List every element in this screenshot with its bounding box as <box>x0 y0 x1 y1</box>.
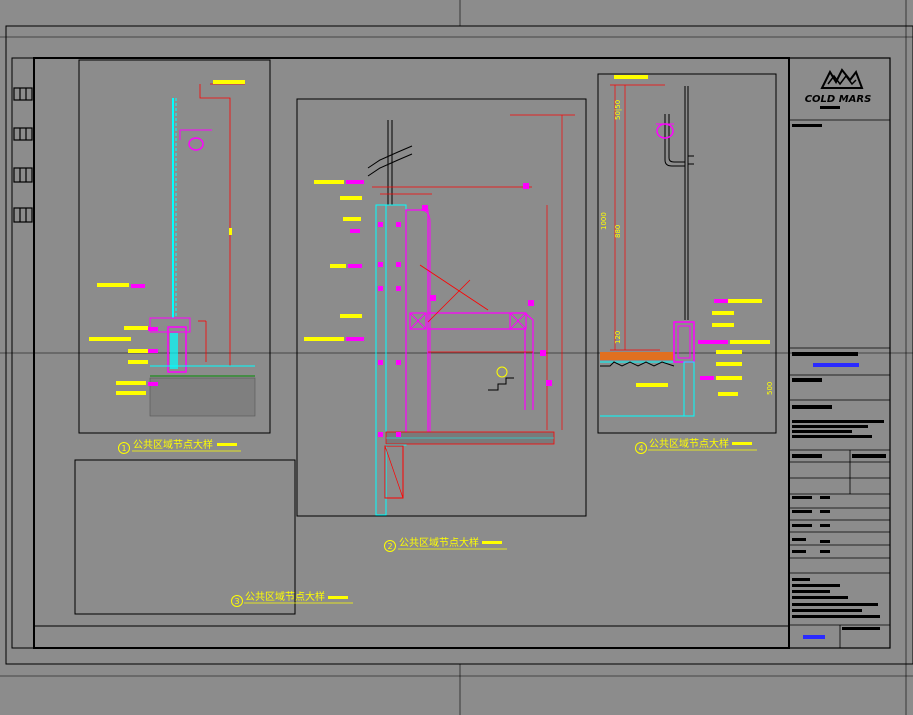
detail-1-title: 公共区域节点大样 <box>133 438 213 451</box>
detail-3-title-tag: 3 公共区域节点大样 <box>231 590 353 607</box>
detail-3-viewport: 3 公共区域节点大样 <box>74 459 353 615</box>
dim-4-low: 120 <box>614 331 622 344</box>
detail-1-viewport: 1 公共区域节点大样 <box>78 59 271 454</box>
detail-3-title: 公共区域节点大样 <box>245 590 325 603</box>
detail-4-number: 4 <box>638 444 643 453</box>
detail-2-title: 公共区域节点大样 <box>399 536 479 549</box>
dim-4-overall: 1000 <box>600 212 608 230</box>
detail-3-number: 3 <box>234 597 239 606</box>
dim-4-top: 50|50 <box>614 100 622 120</box>
detail-4-title: 公共区域节点大样 <box>649 437 729 450</box>
detail-1-title-tag: 1 公共区域节点大样 <box>118 438 241 454</box>
detail-4-title-tag: 4 公共区域节点大样 <box>635 437 757 454</box>
detail-2-number: 2 <box>387 542 392 551</box>
title-block-blue-band <box>813 363 859 367</box>
left-margin-blocks <box>13 87 33 223</box>
detail-4-viewport: 50|50 1000 880 120 500 4 公共区域节点大样 <box>597 73 777 454</box>
detail-2-viewport: 2 公共区域节点大样 <box>296 98 587 552</box>
dim-4-mid: 880 <box>614 225 622 238</box>
drawing-sheet: 1 公共区域节点大样 2 公共区域节点大样 3 公共区域节点大样 50|50 1… <box>0 0 913 715</box>
title-block-blue-tag <box>803 635 825 639</box>
detail-1-number: 1 <box>121 444 126 453</box>
dim-4-right: 500 <box>766 382 774 395</box>
detail-2-title-tag: 2 公共区域节点大样 <box>384 536 507 552</box>
mountain-logo-icon: COLD MARS <box>805 68 872 109</box>
logo-text: COLD MARS <box>805 94 872 105</box>
